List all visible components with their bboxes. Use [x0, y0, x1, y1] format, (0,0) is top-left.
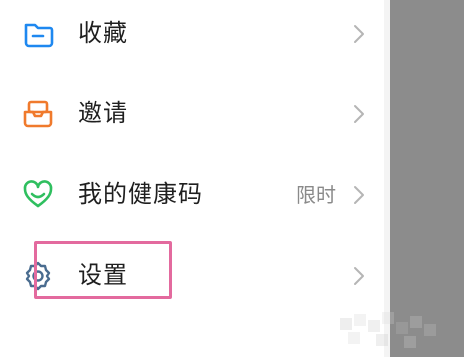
chevron-right-icon [352, 104, 366, 124]
heart-icon [22, 179, 54, 211]
watermark-mosaic [340, 312, 436, 348]
menu-item-favorites[interactable]: 收藏 [0, 2, 384, 66]
chevron-right-icon [352, 24, 366, 44]
folder-icon [22, 18, 54, 50]
menu-item-label: 设置 [78, 261, 128, 289]
side-menu-panel: 收藏 邀请 我的健康码 限时 设置 [0, 0, 384, 357]
gear-icon [22, 260, 54, 292]
menu-item-invite[interactable]: 邀请 [0, 82, 384, 146]
menu-item-health-code[interactable]: 我的健康码 限时 [0, 163, 384, 227]
menu-item-settings[interactable]: 设置 [0, 244, 384, 308]
inbox-icon [22, 98, 54, 130]
menu-item-label: 我的健康码 [78, 180, 203, 208]
limited-time-badge: 限时 [296, 183, 336, 207]
chevron-right-icon [352, 266, 366, 286]
menu-item-label: 收藏 [78, 19, 128, 47]
menu-item-label: 邀请 [78, 99, 128, 127]
dimmed-background-overlay[interactable] [390, 0, 464, 357]
chevron-right-icon [352, 185, 366, 205]
